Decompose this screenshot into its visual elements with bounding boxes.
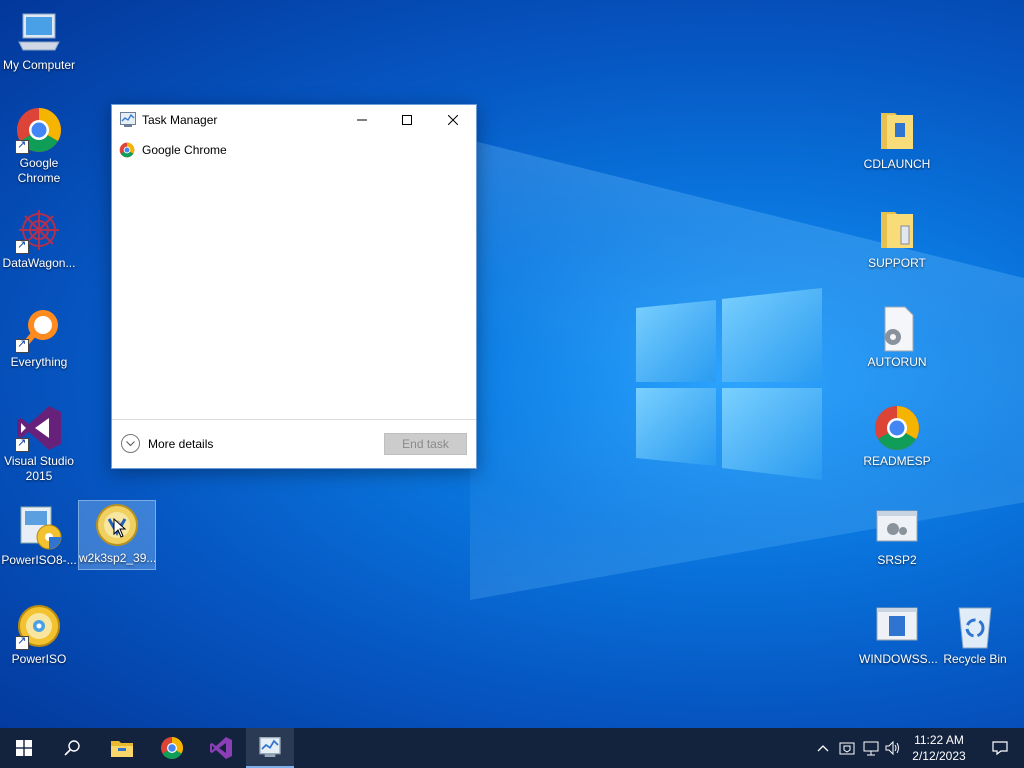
desktop-icon-poweriso[interactable]: PowerISO <box>1 602 77 667</box>
shortcut-arrow-icon <box>15 138 29 154</box>
desktop-background: My Computer Google Chrome <box>0 0 1024 728</box>
window-file-icon <box>873 602 921 650</box>
taskbar-visual-studio[interactable] <box>197 728 245 768</box>
task-manager-window[interactable]: Task Manager Google Chrome More details … <box>111 104 477 469</box>
everything-search-icon <box>15 305 63 353</box>
more-details-toggle[interactable]: More details <box>121 434 213 453</box>
taskbar: 11:22 AM 2/12/2023 <box>0 728 1024 768</box>
window-footer: More details End task <box>112 419 476 468</box>
desktop-icon-my-computer[interactable]: My Computer <box>1 8 77 73</box>
icon-label: READMESP <box>863 454 931 468</box>
minimize-button[interactable] <box>339 105 384 135</box>
process-list: Google Chrome <box>112 135 476 419</box>
poweriso-icon <box>15 602 63 650</box>
visual-studio-icon <box>210 737 232 759</box>
taskbar-chrome[interactable] <box>148 728 196 768</box>
chrome-icon <box>15 106 63 154</box>
icon-label: Recycle Bin <box>943 652 1007 666</box>
more-details-label: More details <box>148 436 214 451</box>
desktop-icon-support[interactable]: SUPPORT <box>859 206 935 271</box>
security-icon <box>839 742 855 755</box>
minimize-icon <box>356 119 367 121</box>
shortcut-arrow-icon <box>15 238 29 254</box>
maximize-icon <box>401 115 412 125</box>
close-button[interactable] <box>430 105 475 135</box>
icon-label: PowerISO8-... <box>1 553 77 567</box>
task-manager-icon <box>259 737 281 757</box>
process-row[interactable]: Google Chrome <box>112 135 476 163</box>
icon-label: w2k3sp2_39... <box>79 551 157 565</box>
desktop-icon-everything[interactable]: Everything <box>1 305 77 370</box>
settings-file-icon <box>873 305 921 353</box>
desktop-icon-google-chrome[interactable]: Google Chrome <box>1 106 77 186</box>
shortcut-arrow-icon <box>15 337 29 353</box>
file-explorer-icon <box>111 741 133 757</box>
recycle-bin-icon <box>951 602 999 650</box>
taskbar-file-explorer[interactable] <box>98 728 146 768</box>
icon-label: My Computer <box>2 58 76 72</box>
search-icon <box>64 740 80 756</box>
poweriso-installer-icon <box>15 503 63 551</box>
mouse-cursor-icon <box>113 518 127 538</box>
tray-network[interactable] <box>862 738 880 758</box>
taskbar-task-manager[interactable] <box>246 728 294 768</box>
desktop-icon-windowss[interactable]: WINDOWSS... <box>859 602 938 667</box>
tray-security[interactable] <box>838 738 856 758</box>
icon-label: AUTORUN <box>867 355 927 369</box>
show-hidden-icons-button[interactable] <box>814 738 832 758</box>
clock-date: 2/12/2023 <box>912 749 966 763</box>
windows-logo-wallpaper <box>636 288 822 480</box>
action-center-button[interactable] <box>976 728 1024 768</box>
desktop-icon-readmesp[interactable]: READMESP <box>859 404 935 469</box>
folder-icon <box>873 107 921 155</box>
icon-label: Visual Studio 2015 <box>4 454 74 483</box>
tray-volume[interactable] <box>884 738 902 758</box>
desktop-icon-cdlaunch[interactable]: CDLAUNCH <box>859 107 935 172</box>
search-button[interactable] <box>48 728 96 768</box>
desktop-icon-recycle-bin[interactable]: Recycle Bin <box>937 602 1013 667</box>
icon-label: WINDOWSS... <box>859 652 938 666</box>
desktop-icon-visual-studio[interactable]: Visual Studio 2015 <box>1 404 77 484</box>
visual-studio-icon <box>15 404 63 452</box>
maximize-button[interactable] <box>384 105 429 135</box>
end-task-button[interactable]: End task <box>384 433 467 455</box>
close-icon <box>447 115 458 125</box>
chrome-icon <box>119 142 135 158</box>
shortcut-arrow-icon <box>15 634 29 650</box>
desktop-icon-poweriso-installer[interactable]: PowerISO8-... <box>1 503 77 568</box>
chrome-icon <box>161 737 183 759</box>
desktop-icon-srsp2[interactable]: SRSP2 <box>859 503 935 568</box>
icon-label: SUPPORT <box>868 256 926 270</box>
shortcut-arrow-icon <box>15 436 29 452</box>
datawagon-icon <box>15 206 63 254</box>
icon-label: Google Chrome <box>17 156 61 185</box>
network-icon <box>863 741 879 756</box>
chevron-down-icon <box>121 434 140 453</box>
icon-label: PowerISO <box>11 652 67 666</box>
computer-icon <box>15 8 63 56</box>
settings-window-icon <box>873 503 921 551</box>
icon-label: Everything <box>10 355 68 369</box>
desktop-icon-datawagon[interactable]: DataWagon... <box>1 206 77 271</box>
start-button[interactable] <box>0 728 48 768</box>
start-icon <box>16 740 32 756</box>
volume-icon <box>885 740 899 756</box>
title-bar[interactable]: Task Manager <box>112 105 476 135</box>
icon-label: SRSP2 <box>877 553 917 567</box>
taskbar-clock[interactable]: 11:22 AM 2/12/2023 <box>906 732 972 764</box>
chevron-up-icon <box>817 745 829 752</box>
desktop-icon-autorun[interactable]: AUTORUN <box>859 305 935 370</box>
icon-label: CDLAUNCH <box>863 157 931 171</box>
task-manager-icon <box>120 112 136 127</box>
process-name: Google Chrome <box>142 143 227 157</box>
icon-label: DataWagon... <box>2 256 76 270</box>
chrome-icon <box>873 404 921 452</box>
clock-time: 11:22 AM <box>914 733 964 747</box>
folder-icon <box>873 206 921 254</box>
window-title: Task Manager <box>142 113 218 127</box>
notifications-icon <box>992 741 1008 756</box>
